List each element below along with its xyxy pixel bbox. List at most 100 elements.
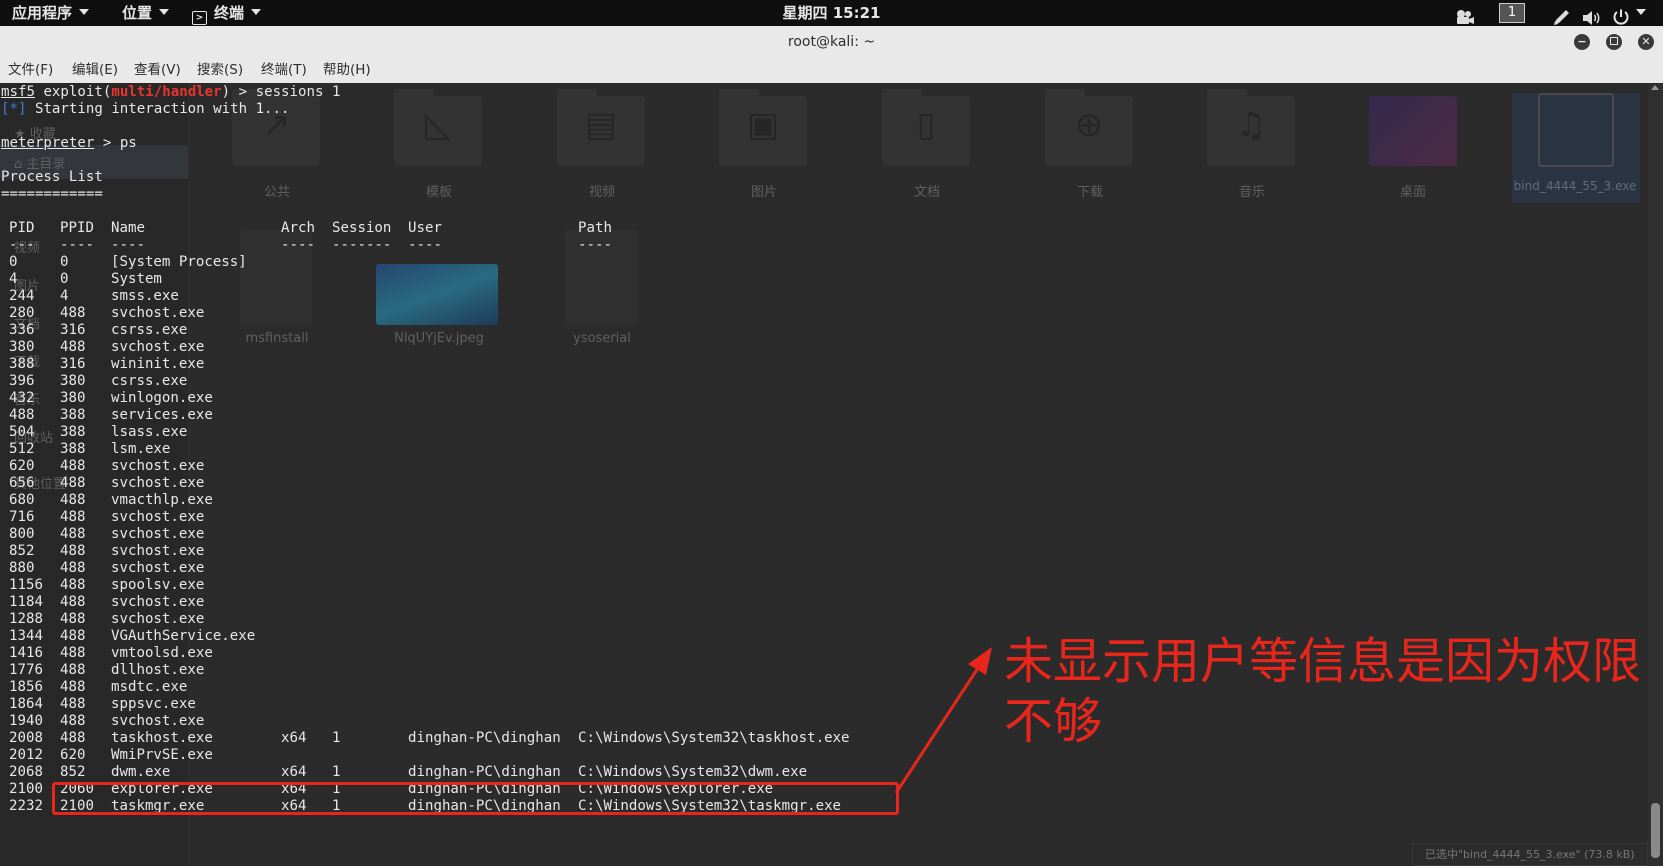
process-cell-ppid: 488 [60, 696, 86, 712]
menu-search[interactable]: 搜索(S) [197, 58, 243, 83]
terminal-scrollbar[interactable] [1648, 83, 1663, 866]
process-cell-ppid: 620 [60, 747, 86, 763]
process-row: 656 488 svchost.exe [1, 475, 340, 492]
process-table-rules: --- ---- ---- ---- ------- ---- ---- [9, 237, 612, 253]
process-cell-ppid: 488 [60, 305, 86, 321]
process-cell-pid: 1776 [9, 662, 43, 678]
process-row: 1856 488 msdtc.exe [1, 679, 340, 696]
process-cell-pid: 380 [9, 339, 35, 355]
process-cell-ppid: 488 [60, 543, 86, 559]
terminal-line-msf-prompt: msf5 exploit(multi/handler) > sessions 1 [1, 84, 341, 100]
process-cell-ppid: 488 [60, 628, 86, 644]
chevron-down-icon [251, 9, 262, 15]
process-cell-ppid: 488 [60, 492, 86, 508]
process-cell-ppid: 488 [60, 475, 86, 491]
window-titlebar[interactable]: root@kali: ~ − ✕ [0, 26, 1663, 59]
workspace-indicator[interactable]: 1 [1499, 3, 1525, 23]
process-cell-ppid: 488 [60, 713, 86, 729]
maximize-button[interactable] [1606, 34, 1622, 50]
process-cell-pid: 2012 [9, 747, 43, 763]
process-cell-ppid: 488 [60, 611, 86, 627]
process-cell-name: svchost.exe [111, 594, 205, 610]
terminal-line-meterpreter-prompt: meterpreter > ps [1, 135, 137, 151]
places-menu[interactable]: 位置 [122, 0, 170, 26]
process-cell-name: svchost.exe [111, 713, 205, 729]
file-label: NlqUYjEv.jpeg [394, 331, 484, 346]
process-cell-pid: 680 [9, 492, 35, 508]
executable-icon [1538, 93, 1614, 167]
column-header-session: Session [332, 220, 392, 236]
image-thumbnail [376, 264, 498, 325]
process-row: 800 488 svchost.exe [1, 526, 340, 543]
process-cell-ppid: 316 [60, 356, 86, 372]
process-cell-pid: 2232 [9, 798, 43, 814]
scroll-up-arrow-icon[interactable] [1651, 85, 1659, 90]
terminal-icon: > [192, 11, 207, 25]
process-cell-pid: 1856 [9, 679, 43, 695]
process-cell-name: smss.exe [111, 288, 179, 304]
process-cell-name: VGAuthService.exe [111, 628, 256, 644]
process-row: 396 380 csrss.exe [1, 373, 340, 390]
process-cell-ppid: 488 [60, 577, 86, 593]
process-cell-ppid: 388 [60, 424, 86, 440]
process-cell-name: dllhost.exe [111, 662, 205, 678]
process-row: 380 488 svchost.exe [1, 339, 340, 356]
close-button[interactable]: ✕ [1638, 34, 1654, 50]
process-row: 2012 620 WmiPrvSE.exe [1, 747, 340, 764]
folder-label: 视频 [588, 185, 615, 200]
menu-terminal[interactable]: 终端(T) [261, 58, 307, 83]
process-row: 852 488 svchost.exe [1, 543, 340, 560]
process-cell-name: WmiPrvSE.exe [111, 747, 213, 763]
process-cell-name: svchost.exe [111, 560, 205, 576]
applications-menu[interactable]: 应用程序 [12, 0, 90, 26]
folder-icon: ◺ [394, 89, 482, 169]
process-cell-pid: 1184 [9, 594, 43, 610]
process-row: 620 488 svchost.exe [1, 458, 340, 475]
process-list-title: Process List [1, 169, 103, 185]
process-cell-pid: 1940 [9, 713, 43, 729]
process-row: 280 488 svchost.exe [1, 305, 340, 322]
process-cell-ppid: 316 [60, 322, 86, 338]
process-cell-ppid: 488 [60, 526, 86, 542]
process-cell-ppid: 4 [60, 288, 69, 304]
terminal-output[interactable]: msf5 exploit(multi/handler) > sessions 1… [1, 84, 850, 815]
minimize-icon: − [1577, 35, 1587, 48]
scrollbar-thumb[interactable] [1651, 803, 1660, 858]
clock[interactable]: 星期四 15:21 [783, 4, 881, 22]
column-header-name: Name [111, 220, 145, 236]
process-cell-name: winlogon.exe [111, 390, 213, 406]
applications-menu-label: 应用程序 [12, 4, 73, 22]
chevron-down-icon[interactable] [1636, 9, 1646, 15]
process-cell-pid: 1344 [9, 628, 43, 644]
process-cell-pid: 0 [9, 254, 18, 270]
folder-label: 音乐 [1238, 185, 1265, 200]
process-cell-pid: 1156 [9, 577, 43, 593]
menu-file[interactable]: 文件(F) [8, 58, 53, 83]
process-cell-pid: 852 [9, 543, 35, 559]
column-header-path: Path [578, 220, 612, 236]
process-cell-name: csrss.exe [111, 373, 188, 389]
process-cell-ppid: 488 [60, 560, 86, 576]
process-cell-pid: 396 [9, 373, 35, 389]
process-row: 2008 488 taskhost.exe x64 1 dinghan-PC\dingha… [1, 730, 850, 747]
process-row: 4 0 System [1, 271, 340, 288]
process-cell-ppid: 488 [60, 662, 86, 678]
process-table-body: 0 0 [System Process] 4 0 System 244 4 smss.exe 28… [1, 254, 850, 815]
file-manager-status: 已选中"bind_4444_55_3.exe" (73.8 kB) [1412, 843, 1648, 866]
process-row: 1184 488 svchost.exe [1, 594, 340, 611]
menu-edit[interactable]: 编辑(E) [72, 58, 118, 83]
process-cell-name: svchost.exe [111, 475, 205, 491]
process-cell-ppid: 488 [60, 509, 86, 525]
minimize-button[interactable]: − [1574, 34, 1590, 50]
column-header-user: User [408, 220, 442, 236]
process-cell-name: lsass.exe [111, 424, 188, 440]
maximize-icon [1610, 37, 1618, 45]
terminal-line-status: [*] Starting interaction with 1... [1, 101, 290, 117]
terminal-app-menu[interactable]: > 终端 [192, 0, 262, 26]
process-row: 1864 488 sppsvc.exe [1, 696, 340, 713]
folder-icon: ♫ [1207, 89, 1295, 169]
folder-icon: ▤ [557, 89, 645, 169]
process-cell-pid: 504 [9, 424, 35, 440]
menu-view[interactable]: 查看(V) [134, 58, 181, 83]
menu-help[interactable]: 帮助(H) [323, 58, 371, 83]
